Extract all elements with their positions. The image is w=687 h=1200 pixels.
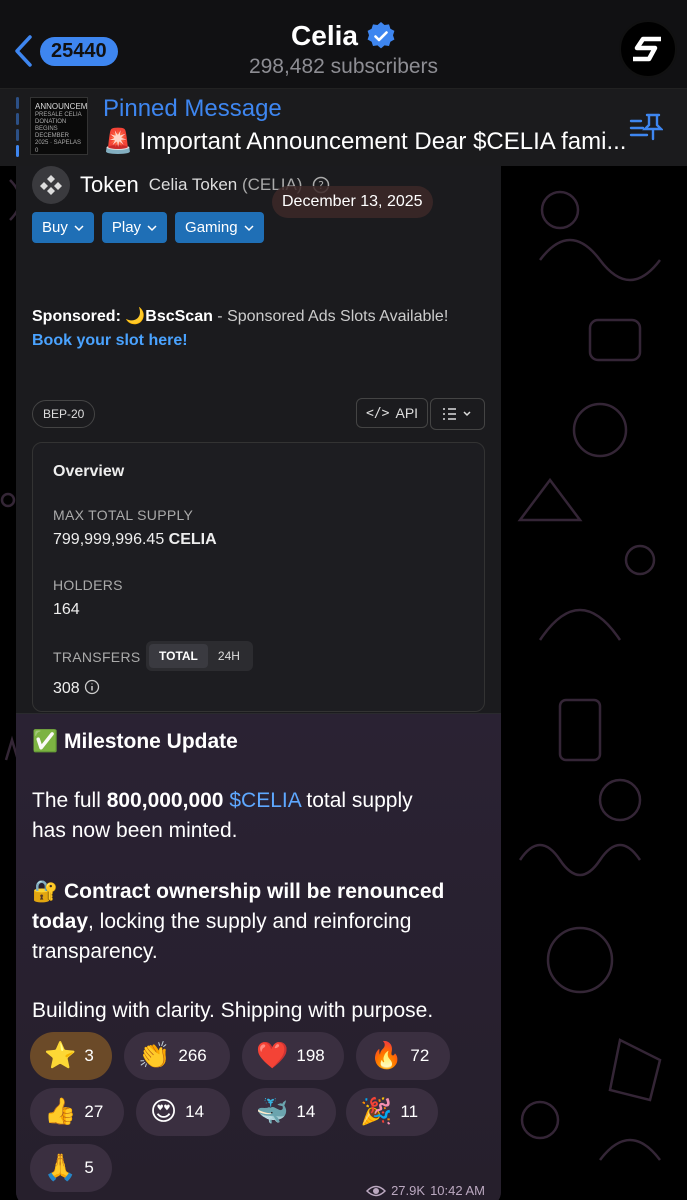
token-menu: Buy Play Gaming — [32, 212, 264, 243]
toggle-24h[interactable]: 24H — [208, 644, 250, 668]
sponsored-line: Sponsored: 🌙BscScan - Sponsored Ads Slot… — [32, 306, 449, 325]
pinned-text: 🚨 Important Announcement Dear $CELIA fam… — [103, 128, 627, 155]
holders-value: 164 — [53, 601, 80, 618]
chevron-down-icon — [74, 224, 84, 231]
moon-icon: 🌙 — [125, 306, 146, 325]
eye-icon — [366, 1185, 387, 1196]
toggle-total[interactable]: TOTAL — [149, 644, 208, 668]
reaction-star[interactable]: ⭐ 3 — [30, 1032, 112, 1080]
message-paragraph-2: 🔐 Contract ownership will be renounced to… — [32, 879, 445, 963]
message-heading: ✅ Milestone Update — [32, 729, 238, 753]
reaction-fire[interactable]: 🔥 72 — [356, 1032, 450, 1080]
bep20-chip: BEP-20 — [32, 400, 96, 428]
max-supply-label: MAX TOTAL SUPPLY — [53, 507, 194, 523]
reaction-heart[interactable]: ❤️ 198 — [242, 1032, 344, 1080]
code-icon: </> — [366, 405, 390, 421]
reaction-whale[interactable]: 🐳 14 — [242, 1088, 336, 1136]
transfers-value: 308 — [53, 679, 100, 698]
message-bubble: Token Celia Token (CELIA) ? Buy Play Gam… — [16, 166, 501, 1200]
token-label: Token — [80, 172, 139, 197]
chevron-down-icon — [147, 224, 157, 231]
message-paragraph-1: The full 800,000,000 $CELIA total supply… — [32, 789, 413, 842]
view-count: 27.9K — [391, 1183, 426, 1198]
pin-list-icon[interactable] — [627, 109, 663, 145]
pinned-thumbnail: ANNOUNCEMENT PRESALE CELIA DONATION BEGI… — [30, 97, 88, 155]
reaction-clap[interactable]: 👏 266 — [124, 1032, 230, 1080]
buy-menu-button[interactable]: Buy — [32, 212, 94, 243]
max-supply-value: 799,999,996.45 CELIA — [53, 531, 217, 548]
info-icon — [84, 679, 99, 695]
date-badge: December 13, 2025 — [272, 186, 433, 218]
reaction-pray[interactable]: 🙏 5 — [30, 1144, 112, 1192]
verified-icon — [367, 22, 395, 49]
reaction-heart-eyes[interactable]: 😍 14 — [136, 1088, 230, 1136]
reaction-party[interactable]: 🎉 11 — [346, 1088, 438, 1136]
message-text-area: ✅ Milestone Update The full 800,000,000 … — [16, 714, 501, 1200]
pinned-indicator — [16, 97, 19, 157]
overview-card: Overview MAX TOTAL SUPPLY 799,999,996.45… — [32, 442, 485, 712]
transfers-toggle[interactable]: TOTAL 24H — [146, 641, 253, 671]
gaming-menu-button[interactable]: Gaming — [175, 212, 264, 243]
pinned-message-bar[interactable]: ANNOUNCEMENT PRESALE CELIA DONATION BEGI… — [0, 88, 687, 166]
api-button[interactable]: </> API — [356, 398, 429, 428]
channel-title: Celia — [291, 20, 358, 51]
holders-label: HOLDERS — [53, 577, 123, 593]
subscriber-count: 298,482 subscribers — [248, 55, 439, 78]
message-time: 10:42 AM — [430, 1183, 485, 1198]
celia-cashtag-link[interactable]: $CELIA — [229, 789, 300, 812]
overview-title: Overview — [53, 463, 125, 480]
token-logo-icon — [32, 166, 70, 204]
reaction-thumbs-up[interactable]: 👍 27 — [30, 1088, 124, 1136]
channel-avatar[interactable] — [619, 20, 677, 78]
play-menu-button[interactable]: Play — [101, 212, 168, 243]
chevron-down-icon — [244, 224, 254, 231]
pinned-title: Pinned Message — [103, 95, 282, 122]
bscscan-screenshot[interactable]: Token Celia Token (CELIA) ? Buy Play Gam… — [16, 166, 501, 714]
message-paragraph-3: Building with clarity. Shipping with pur… — [32, 999, 434, 1022]
message-meta: 27.9K 10:42 AM — [366, 1183, 485, 1198]
channel-title-area[interactable]: Celia 298,482 subscribers — [0, 20, 687, 79]
transfers-label: TRANSFERS — [53, 649, 141, 665]
list-icon — [442, 408, 471, 420]
chat-header: 25440 Celia 298,482 subscribers — [0, 0, 687, 88]
celia-logo-icon — [633, 36, 661, 62]
book-slot-link[interactable]: Book your slot here! — [32, 332, 188, 350]
list-options-button[interactable] — [430, 398, 485, 430]
